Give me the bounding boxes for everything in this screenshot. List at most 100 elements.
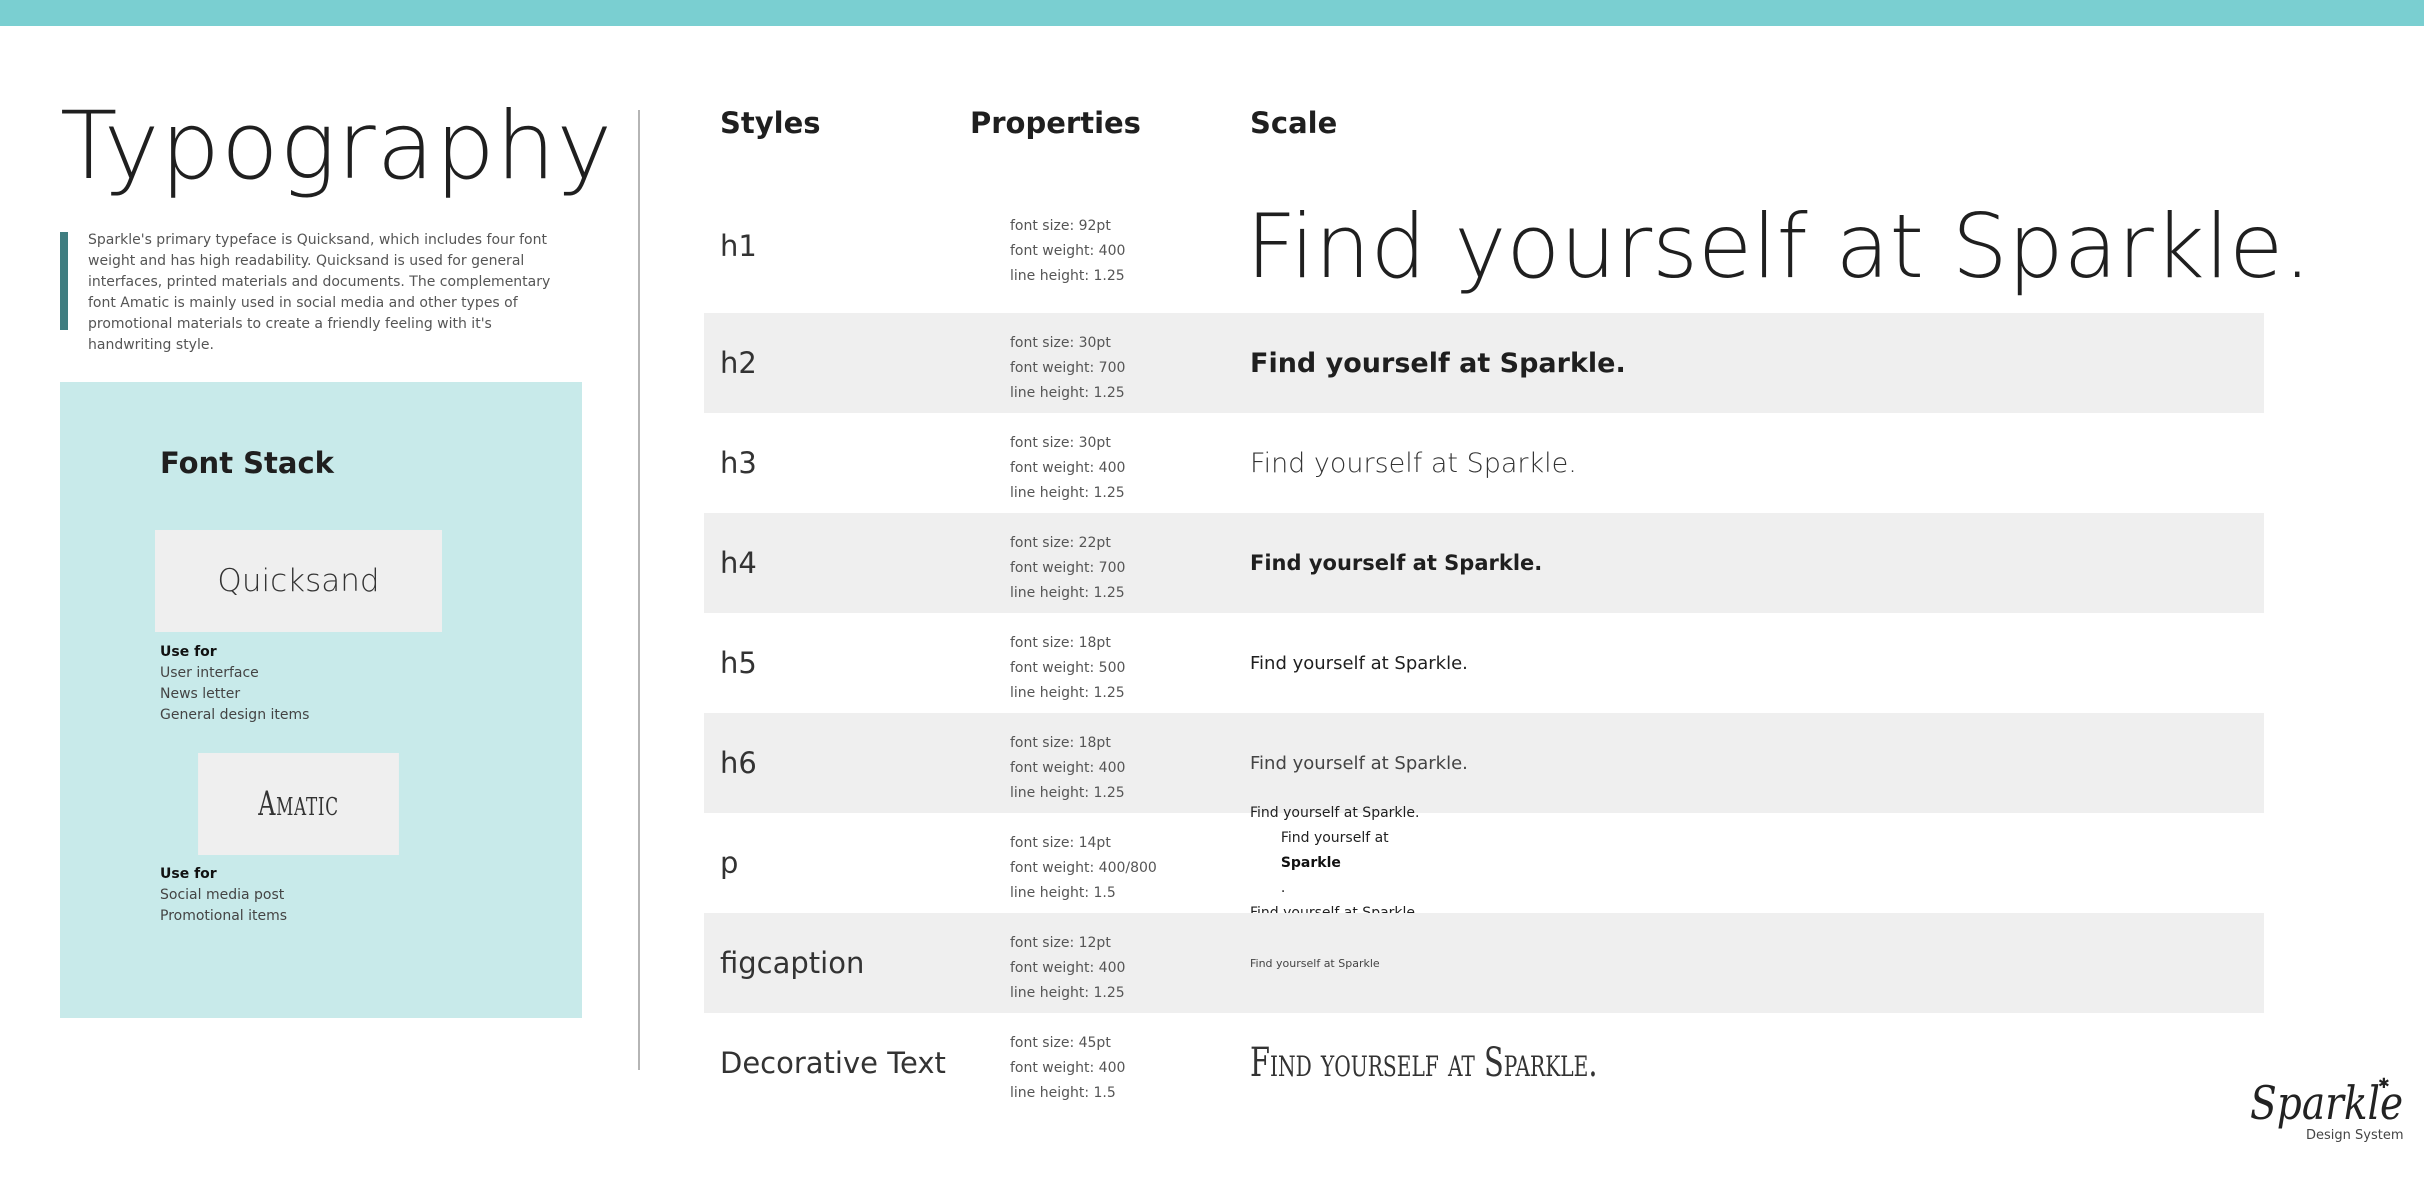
intro-paragraph: Sparkle's primary typeface is Quicksand,… xyxy=(88,232,551,353)
style-properties: font size: 22pt font weight: 700 line he… xyxy=(1010,531,1125,606)
type-row-h5: h5 font size: 18pt font weight: 500 line… xyxy=(704,613,2264,713)
scale-sample-text: Find yourself at Sparkle. xyxy=(1250,447,1577,479)
scale-sample-line-start: Find yourself at xyxy=(1280,829,1389,846)
prop-line-height: line height: 1.25 xyxy=(1010,785,1125,801)
use-for-label: Use for xyxy=(160,644,217,660)
scale-sample-text: Find yourself at Sparkle. xyxy=(1250,1040,1598,1086)
type-row-figcaption: figcaption font size: 12pt font weight: … xyxy=(704,913,2264,1013)
scale-sample-text: Find yourself at Sparkle. xyxy=(1250,752,1468,774)
column-header-scale: Scale xyxy=(1250,106,1338,140)
type-row-h1: h1 font size: 92pt font weight: 400 line… xyxy=(704,195,2311,298)
prop-font-weight: font weight: 400 xyxy=(1010,243,1126,259)
style-properties: font size: 30pt font weight: 400 line he… xyxy=(1010,431,1125,506)
scale-sample: Find yourself at Sparkle. Find yourself … xyxy=(1250,805,1419,921)
prop-font-weight: font weight: 400 xyxy=(1010,460,1126,476)
font-sample-quicksand-label: Quicksand xyxy=(217,563,380,599)
font-stack-panel: Font Stack Quicksand Use for User interf… xyxy=(60,382,582,1018)
style-properties: font size: 92pt font weight: 400 line he… xyxy=(1010,214,1125,289)
prop-font-size: font size: 12pt xyxy=(1010,935,1111,951)
type-row-h2: h2 font size: 30pt font weight: 700 line… xyxy=(704,313,2264,413)
prop-line-height: line height: 1.25 xyxy=(1010,268,1125,284)
scale-sample-text: Find yourself at Sparkle. xyxy=(1250,652,1468,674)
prop-font-size: font size: 22pt xyxy=(1010,535,1111,551)
type-row-h4: h4 font size: 22pt font weight: 700 line… xyxy=(704,513,2264,613)
prop-line-height: line height: 1.5 xyxy=(1010,885,1116,901)
amatic-use-list: Use for Social media post Promotional it… xyxy=(160,864,460,927)
style-properties: font size: 18pt font weight: 400 line he… xyxy=(1010,731,1125,806)
style-properties: font size: 18pt font weight: 500 line he… xyxy=(1010,631,1125,706)
style-properties: font size: 12pt font weight: 400 line he… xyxy=(1010,931,1125,1006)
logo-subtitle: Design System xyxy=(2306,1128,2404,1143)
style-name: h1 xyxy=(720,229,757,263)
prop-font-weight: font weight: 400/800 xyxy=(1010,860,1157,876)
scale-sample: Find yourself at Sparkle. xyxy=(1250,413,1577,513)
font-stack-heading: Font Stack xyxy=(160,446,334,480)
prop-font-weight: font weight: 700 xyxy=(1010,360,1126,376)
prop-font-size: font size: 18pt xyxy=(1010,735,1111,751)
column-divider xyxy=(638,110,640,1070)
use-for-label: Use for xyxy=(160,866,217,882)
scale-sample-text: Find yourself at Sparkle. xyxy=(1250,347,1626,379)
type-row-decorative: Decorative Text font size: 45pt font wei… xyxy=(704,1013,2264,1113)
scale-sample-line-bold: Find yourself at Sparkle. xyxy=(1281,826,1389,901)
style-properties: font size: 30pt font weight: 700 line he… xyxy=(1010,331,1125,406)
prop-line-height: line height: 1.25 xyxy=(1010,385,1125,401)
use-item: Promotional items xyxy=(160,908,288,924)
prop-font-size: font size: 30pt xyxy=(1010,435,1111,451)
scale-sample: Find yourself at Sparkle. xyxy=(1250,713,1468,813)
scale-sample: Find yourself at Sparkle xyxy=(1250,913,1380,1013)
prop-font-weight: font weight: 500 xyxy=(1010,660,1126,676)
prop-font-size: font size: 18pt xyxy=(1010,635,1111,651)
prop-font-size: font size: 92pt xyxy=(1010,218,1111,234)
column-header-styles: Styles xyxy=(720,106,821,140)
prop-font-size: font size: 45pt xyxy=(1010,1035,1111,1051)
prop-font-weight: font weight: 400 xyxy=(1010,1060,1126,1076)
font-sample-amatic-label: Amatic xyxy=(258,784,339,824)
scale-sample-line-end: . xyxy=(1280,879,1286,896)
scale-sample-bold-word: Sparkle xyxy=(1280,854,1341,871)
column-header-properties: Properties xyxy=(970,106,1141,140)
type-row-h6: h6 font size: 18pt font weight: 400 line… xyxy=(704,713,2264,813)
scale-sample: Find yourself at Sparkle. xyxy=(1250,1013,1733,1113)
type-row-p: p font size: 14pt font weight: 400/800 l… xyxy=(704,805,2264,921)
intro-quote-bar xyxy=(60,232,68,330)
scale-sample-text: Find yourself at Sparkle xyxy=(1250,956,1380,970)
style-name: h6 xyxy=(720,746,757,780)
style-name: h5 xyxy=(720,646,757,680)
style-name: h4 xyxy=(720,546,757,580)
use-item: News letter xyxy=(160,686,241,702)
prop-line-height: line height: 1.25 xyxy=(1010,585,1125,601)
style-name: h2 xyxy=(720,346,757,380)
scale-sample: Find yourself at Sparkle. xyxy=(1250,513,1542,613)
scale-sample-line: Find yourself at Sparkle. xyxy=(1250,804,1420,821)
style-properties: font size: 45pt font weight: 400 line he… xyxy=(1010,1031,1125,1106)
sparkle-star-icon: ✱ xyxy=(2378,1076,2390,1092)
prop-font-weight: font weight: 400 xyxy=(1010,760,1126,776)
style-name: figcaption xyxy=(720,946,865,980)
style-name: Decorative Text xyxy=(720,1046,946,1080)
prop-font-weight: font weight: 400 xyxy=(1010,960,1126,976)
prop-font-size: font size: 30pt xyxy=(1010,335,1111,351)
prop-line-height: line height: 1.25 xyxy=(1010,985,1125,1001)
scale-sample: Find yourself at Sparkle. xyxy=(1246,194,2312,298)
font-sample-quicksand: Quicksand xyxy=(155,530,442,632)
top-accent-bar xyxy=(0,0,2424,26)
prop-line-height: line height: 1.5 xyxy=(1010,1085,1116,1101)
type-row-h3: h3 font size: 30pt font weight: 400 line… xyxy=(704,413,2264,513)
style-name: h3 xyxy=(720,446,757,480)
prop-font-size: font size: 14pt xyxy=(1010,835,1111,851)
prop-line-height: line height: 1.25 xyxy=(1010,685,1125,701)
page-title: Typography xyxy=(60,92,614,201)
scale-sample-text: Find yourself at Sparkle. xyxy=(1250,551,1543,575)
prop-font-weight: font weight: 700 xyxy=(1010,560,1126,576)
sparkle-logo: Sparkle ✱ Design System xyxy=(2250,1076,2404,1146)
scale-sample-text: Find yourself at Sparkle. xyxy=(1246,194,2312,298)
scale-sample: Find yourself at Sparkle. xyxy=(1250,613,1468,713)
style-name: p xyxy=(720,846,739,880)
prop-line-height: line height: 1.25 xyxy=(1010,485,1125,501)
use-item: Social media post xyxy=(160,887,285,903)
use-item: User interface xyxy=(160,665,259,681)
style-properties: font size: 14pt font weight: 400/800 lin… xyxy=(1010,831,1157,906)
quicksand-use-list: Use for User interface News letter Gener… xyxy=(160,642,460,726)
use-item: General design items xyxy=(160,707,310,723)
